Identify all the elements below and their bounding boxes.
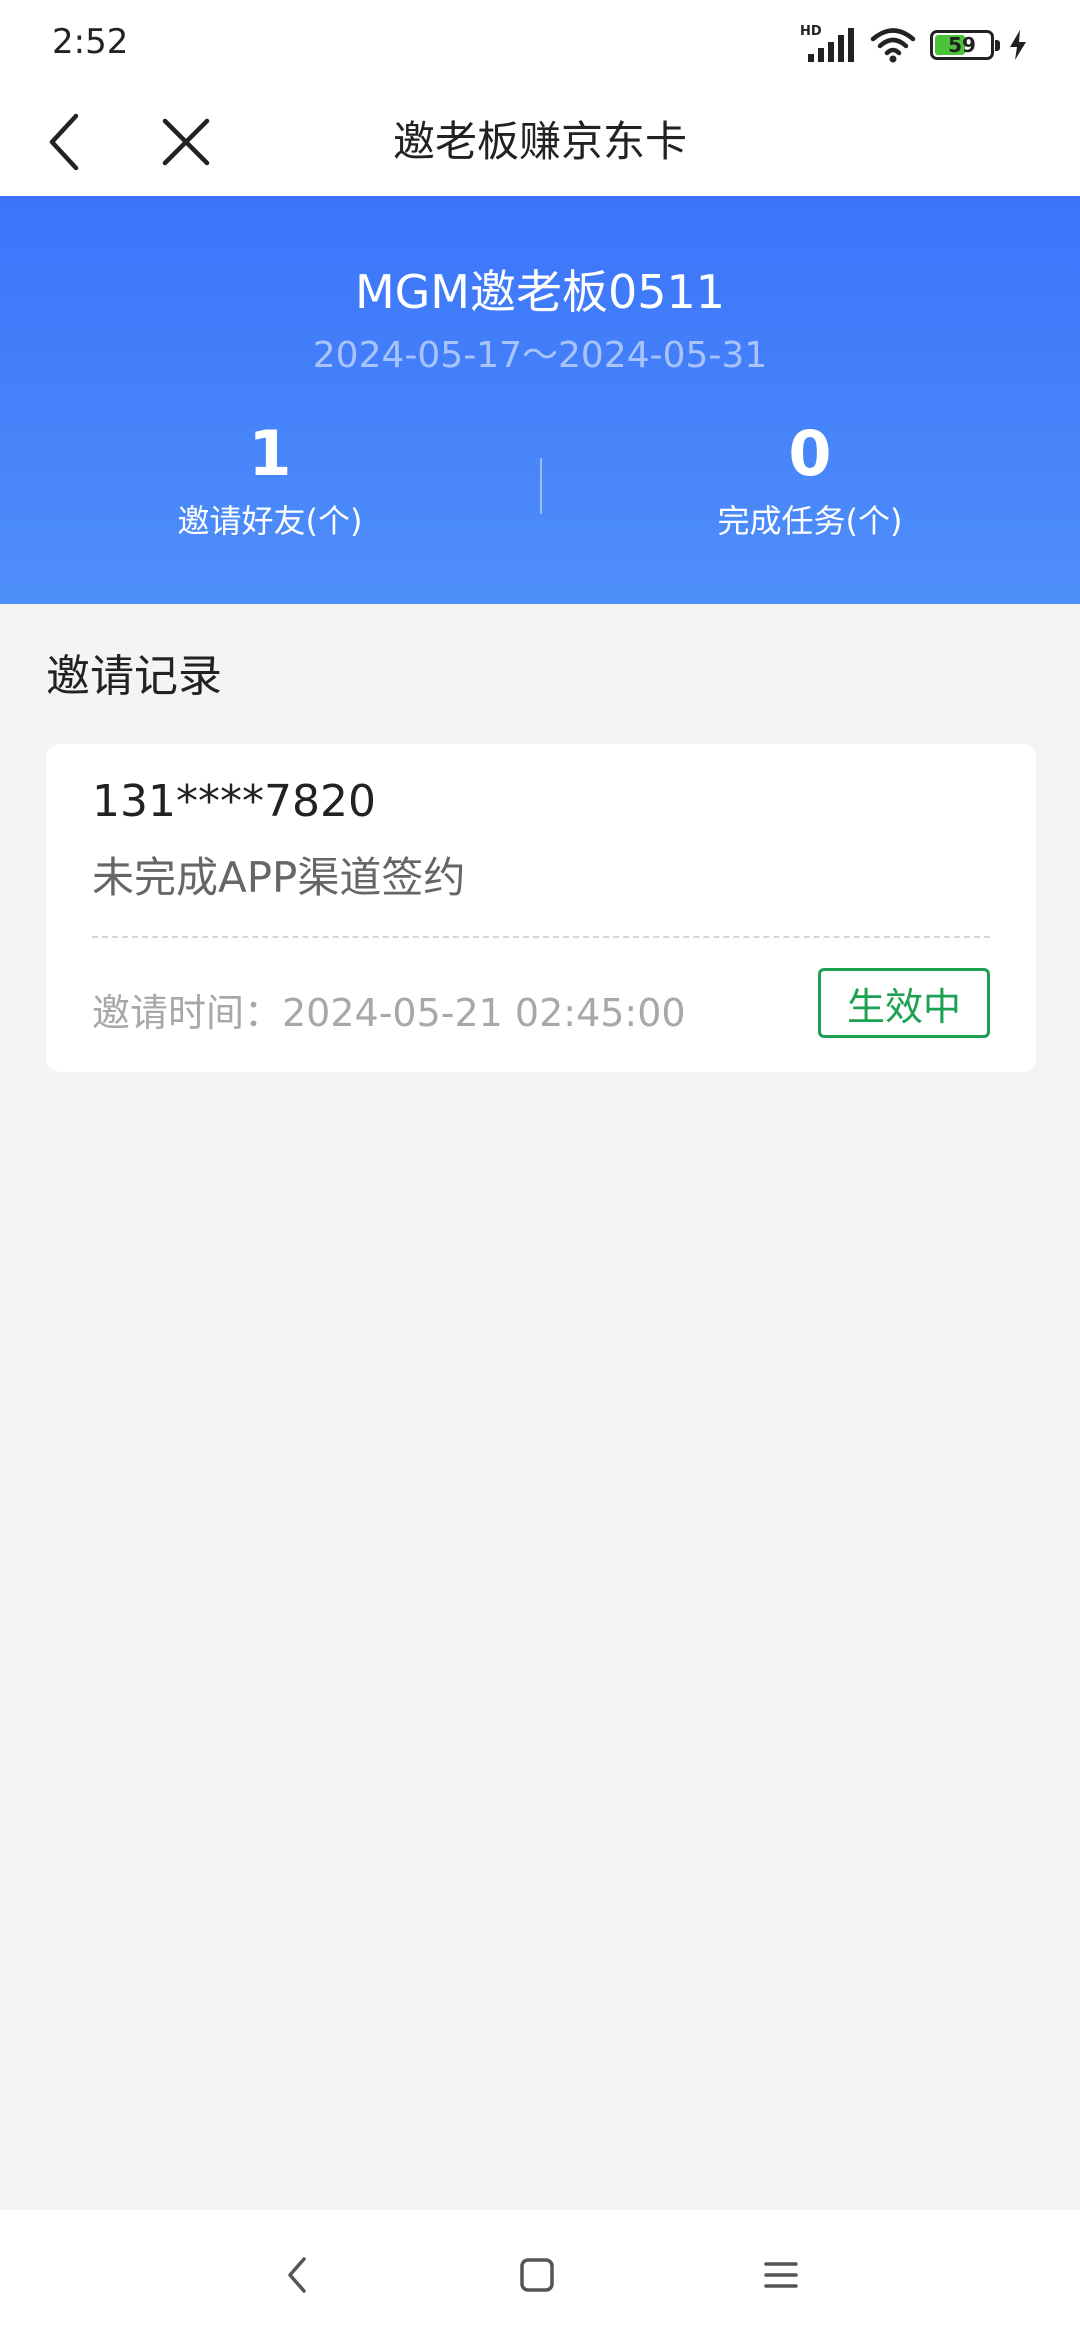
completed-tasks-count: 0 — [788, 417, 832, 490]
section-title: 邀请记录 — [46, 651, 222, 702]
campaign-dates: 2024-05-17～2024-05-31 — [312, 335, 768, 376]
network-type-label: HD — [800, 24, 822, 39]
record-invite-time: 邀请时间：2024-05-21 02:45:00 — [92, 991, 686, 1035]
record-divider — [92, 936, 990, 938]
system-back-button[interactable] — [262, 2240, 332, 2310]
battery-level: 59 — [948, 33, 976, 57]
campaign-title: MGM邀老板0511 — [354, 265, 726, 319]
completed-tasks-stat: 0 完成任务(个) — [540, 418, 1080, 542]
invite-record-card[interactable]: 131****7820 未完成APP渠道签约 邀请时间：2024-05-21 0… — [46, 744, 1036, 1072]
close-button[interactable] — [150, 106, 222, 178]
system-nav-bar — [0, 2210, 1080, 2340]
signal-icon: HD — [800, 24, 856, 64]
status-time: 2:52 — [52, 22, 129, 62]
battery-icon: 59 — [930, 30, 1000, 60]
back-button[interactable] — [28, 106, 100, 178]
close-icon — [162, 118, 210, 166]
lightning-icon — [1008, 29, 1028, 61]
system-menu-button[interactable] — [746, 2240, 816, 2310]
menu-lines-icon — [764, 2262, 798, 2288]
record-status-text: 未完成APP渠道签约 — [92, 853, 466, 902]
campaign-banner: MGM邀老板0511 2024-05-17～2024-05-31 1 邀请好友(… — [0, 196, 1080, 604]
chevron-left-icon — [49, 113, 79, 171]
record-phone: 131****7820 — [92, 776, 376, 827]
system-home-button[interactable] — [502, 2240, 572, 2310]
home-square-icon — [520, 2258, 554, 2292]
invited-friends-label: 邀请好友(个) — [177, 502, 363, 540]
wifi-icon — [870, 26, 916, 64]
status-bar: 2:52 HD 59 — [0, 0, 1080, 88]
invited-friends-count: 1 — [248, 417, 292, 490]
completed-tasks-label: 完成任务(个) — [717, 502, 903, 540]
status-badge: 生效中 — [818, 968, 990, 1038]
nav-bar: 邀老板赚京东卡 — [0, 88, 1080, 196]
status-icons: HD 59 — [800, 24, 1028, 66]
invited-friends-stat: 1 邀请好友(个) — [0, 418, 540, 542]
back-triangle-icon — [288, 2257, 306, 2293]
